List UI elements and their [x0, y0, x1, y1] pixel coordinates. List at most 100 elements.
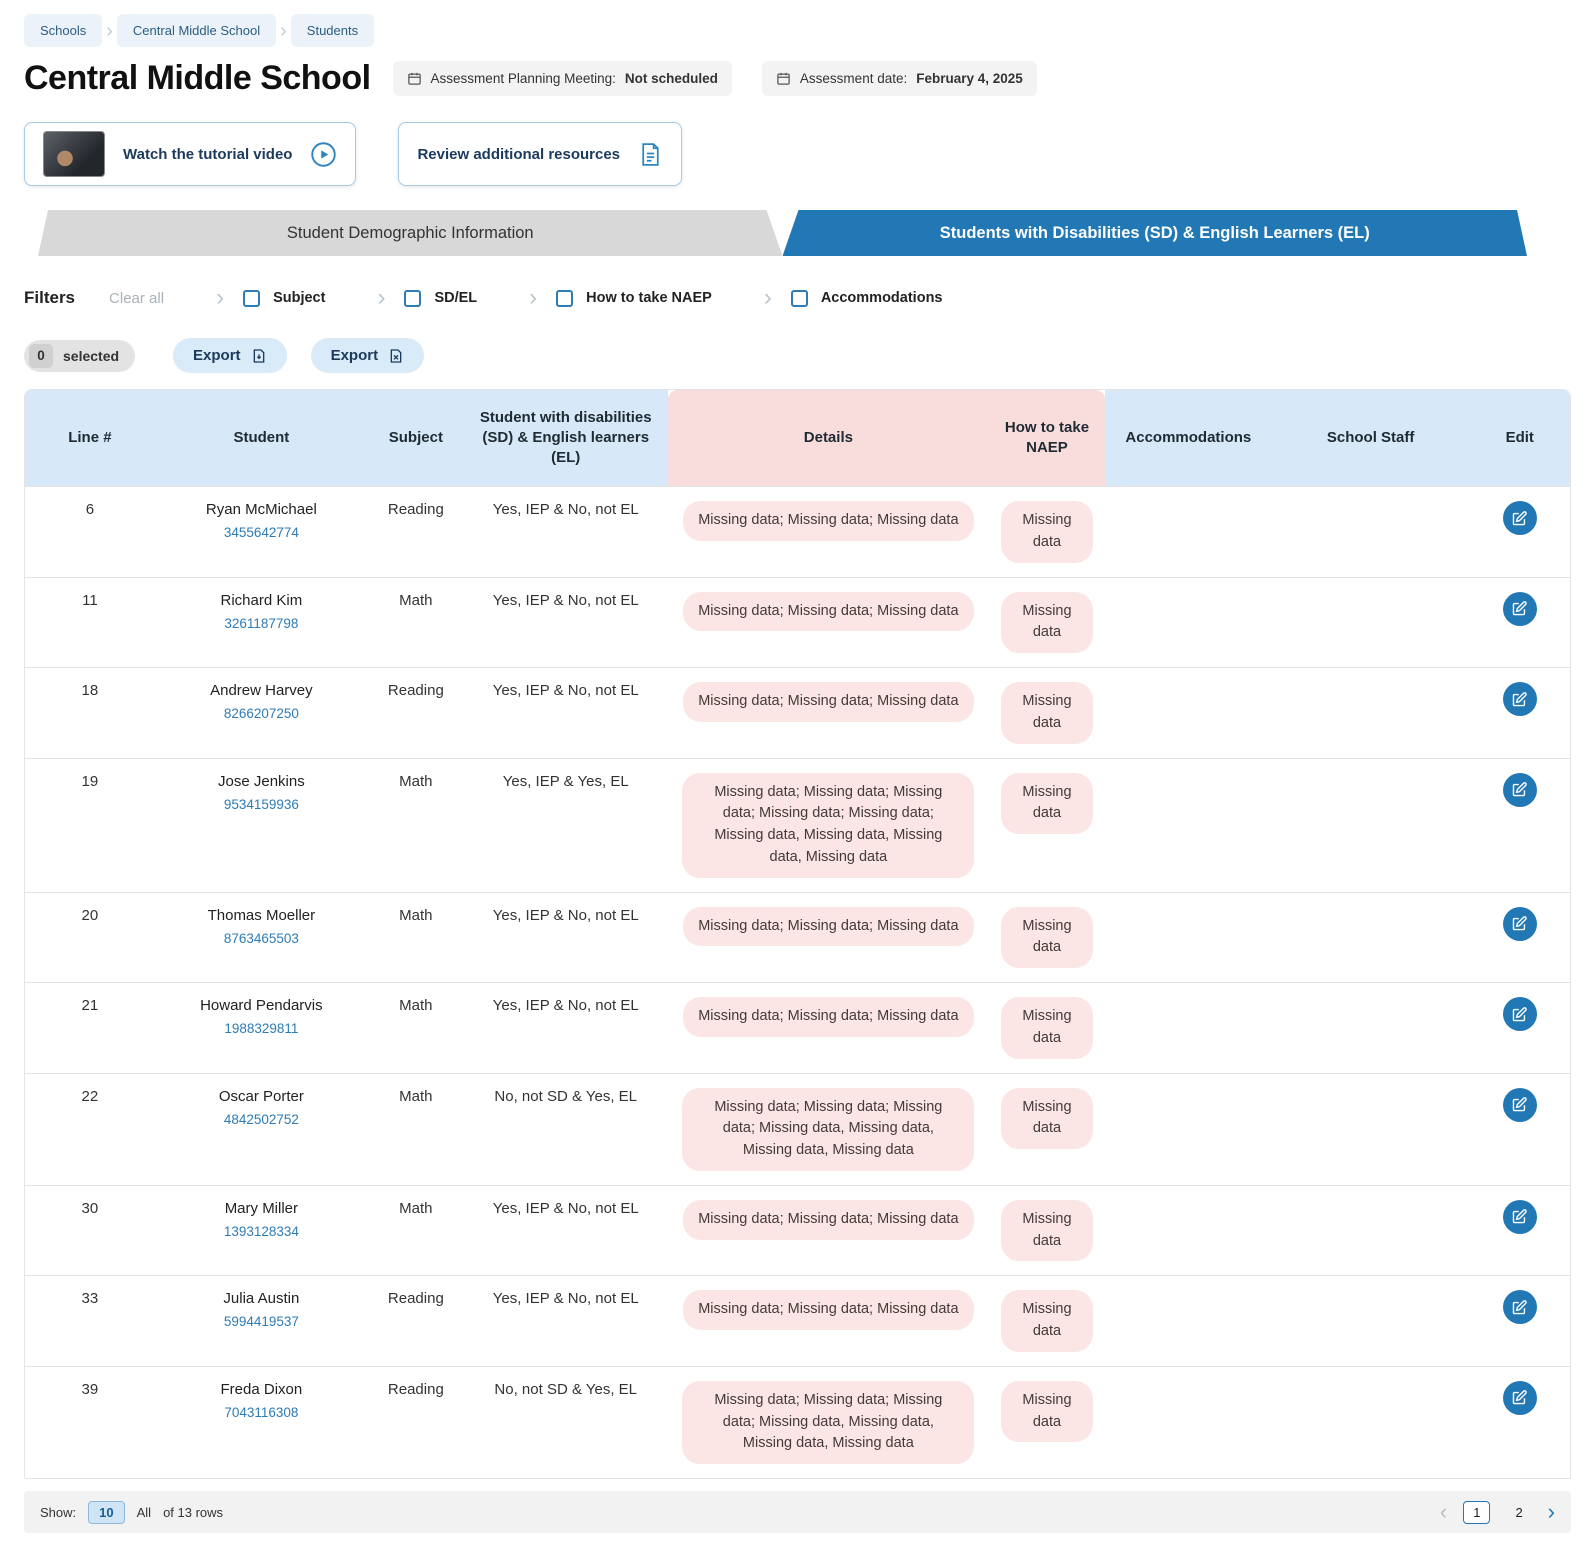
cell-accommodations	[1105, 1366, 1272, 1478]
chevron-right-icon: ›	[216, 286, 224, 310]
table-row: 33 Julia Austin 5994419537 Reading Yes, …	[25, 1275, 1570, 1366]
filter-label[interactable]: SD/EL	[434, 290, 477, 306]
table-row: 30 Mary Miller 1393128334 Math Yes, IEP …	[25, 1185, 1570, 1276]
missing-data-pill: Missing data	[1001, 682, 1093, 744]
planning-meeting-value: Not scheduled	[625, 71, 718, 86]
breadcrumb-unit: Schools ›	[24, 14, 117, 47]
export-pdf-button[interactable]: Export	[173, 338, 287, 373]
student-name: Oscar Porter	[165, 1088, 358, 1105]
breadcrumb-item[interactable]: Students	[291, 14, 374, 47]
cell-subject: Math	[368, 982, 464, 1073]
tab-sd-el[interactable]: Students with Disabilities (SD) & Englis…	[783, 210, 1528, 256]
filter-checkbox[interactable]	[556, 290, 573, 307]
cell-school-staff	[1272, 758, 1470, 892]
cell-edit	[1470, 577, 1570, 668]
filter-label[interactable]: How to take NAEP	[586, 290, 712, 306]
cell-accommodations	[1105, 667, 1272, 758]
filter-checkbox[interactable]	[404, 290, 421, 307]
show-all-link[interactable]: All	[137, 1505, 151, 1520]
missing-data-pill: Missing data	[1001, 773, 1093, 835]
edit-button[interactable]	[1503, 773, 1537, 807]
cell-school-staff	[1272, 892, 1470, 983]
filter-checkbox[interactable]	[791, 290, 808, 307]
tutorial-video-card[interactable]: Watch the tutorial video	[24, 122, 356, 186]
planning-meeting-badge: Assessment Planning Meeting: Not schedul…	[393, 61, 732, 96]
student-id: 3455642774	[165, 525, 358, 540]
show-label: Show:	[40, 1505, 76, 1520]
cell-accommodations	[1105, 577, 1272, 668]
cell-how-to-take-naep: Missing data	[989, 1185, 1105, 1276]
cell-subject: Reading	[368, 667, 464, 758]
cell-details: Missing data; Missing data; Missing data…	[668, 1073, 989, 1185]
student-name: Howard Pendarvis	[165, 997, 358, 1014]
cell-details: Missing data; Missing data; Missing data	[668, 667, 989, 758]
filter-group: › Subject	[216, 286, 325, 310]
tab-student-demographic[interactable]: Student Demographic Information	[38, 210, 783, 256]
edit-button[interactable]	[1503, 997, 1537, 1031]
selected-count: 0	[29, 344, 53, 368]
assessment-date-value: February 4, 2025	[916, 71, 1023, 86]
filters-bar: Filters Clear all › Subject › SD/EL › Ho…	[24, 286, 1571, 310]
additional-resources-card[interactable]: Review additional resources	[398, 122, 682, 186]
missing-data-pill: Missing data; Missing data; Missing data	[683, 907, 973, 947]
col-edit: Edit	[1470, 390, 1570, 486]
student-id: 1988329811	[165, 1021, 358, 1036]
cell-student: Oscar Porter 4842502752	[155, 1073, 368, 1185]
export-excel-button[interactable]: Export	[311, 338, 425, 373]
missing-data-pill: Missing data	[1001, 1200, 1093, 1262]
breadcrumb-item[interactable]: Schools	[24, 14, 102, 47]
cell-details: Missing data; Missing data; Missing data	[668, 577, 989, 668]
filter-label[interactable]: Accommodations	[821, 290, 943, 306]
cell-how-to-take-naep: Missing data	[989, 667, 1105, 758]
cell-school-staff	[1272, 1366, 1470, 1478]
student-name: Mary Miller	[165, 1200, 358, 1217]
cell-subject: Math	[368, 758, 464, 892]
page-1-button[interactable]: 1	[1463, 1501, 1490, 1524]
col-details: Details	[668, 390, 989, 486]
cell-subject: Reading	[368, 1366, 464, 1478]
col-subject: Subject	[368, 390, 464, 486]
assessment-date-label: Assessment date:	[800, 71, 907, 86]
edit-button[interactable]	[1503, 592, 1537, 626]
table-footer: Show: 10 All of 13 rows ‹ 1 2 ›	[24, 1491, 1571, 1533]
assessment-date-badge: Assessment date: February 4, 2025	[762, 61, 1037, 96]
missing-data-pill: Missing data	[1001, 907, 1093, 969]
cell-subject: Reading	[368, 1275, 464, 1366]
edit-button[interactable]	[1503, 682, 1537, 716]
play-icon	[310, 141, 337, 168]
filter-checkbox[interactable]	[243, 290, 260, 307]
filter-label[interactable]: Subject	[273, 290, 325, 306]
student-id: 3261187798	[165, 616, 358, 631]
missing-data-pill: Missing data; Missing data; Missing data	[683, 682, 973, 722]
edit-button[interactable]	[1503, 907, 1537, 941]
planning-meeting-label: Assessment Planning Meeting:	[431, 71, 616, 86]
pagination-size-controls: Show: 10 All of 13 rows	[40, 1501, 223, 1524]
table-header-row: Line # Student Subject Student with disa…	[25, 390, 1570, 486]
pagination: ‹ 1 2 ›	[1440, 1501, 1555, 1524]
pdf-file-icon	[251, 348, 267, 364]
filter-group: › How to take NAEP	[529, 286, 712, 310]
cell-student: Jose Jenkins 9534159936	[155, 758, 368, 892]
cell-subject: Math	[368, 1185, 464, 1276]
missing-data-pill: Missing data; Missing data; Missing data…	[682, 1088, 974, 1171]
previous-page-icon[interactable]: ‹	[1440, 1501, 1447, 1523]
cell-how-to-take-naep: Missing data	[989, 1366, 1105, 1478]
page-size-10[interactable]: 10	[88, 1501, 124, 1524]
edit-button[interactable]	[1503, 1088, 1537, 1122]
cell-edit	[1470, 667, 1570, 758]
edit-button[interactable]	[1503, 501, 1537, 535]
page-2-button[interactable]: 2	[1506, 1502, 1531, 1523]
next-page-icon[interactable]: ›	[1548, 1501, 1555, 1523]
edit-button[interactable]	[1503, 1200, 1537, 1234]
breadcrumb-item[interactable]: Central Middle School	[117, 14, 276, 47]
missing-data-pill: Missing data	[1001, 592, 1093, 654]
cell-details: Missing data; Missing data; Missing data…	[668, 1366, 989, 1478]
clear-all-filters[interactable]: Clear all	[109, 290, 164, 307]
edit-button[interactable]	[1503, 1290, 1537, 1324]
edit-button[interactable]	[1503, 1381, 1537, 1415]
table-toolbar: 0 selected Export Export	[24, 338, 1571, 373]
table-row: 11 Richard Kim 3261187798 Math Yes, IEP …	[25, 577, 1570, 668]
table-row: 18 Andrew Harvey 8266207250 Reading Yes,…	[25, 667, 1570, 758]
missing-data-pill: Missing data	[1001, 501, 1093, 563]
cell-edit	[1470, 486, 1570, 577]
